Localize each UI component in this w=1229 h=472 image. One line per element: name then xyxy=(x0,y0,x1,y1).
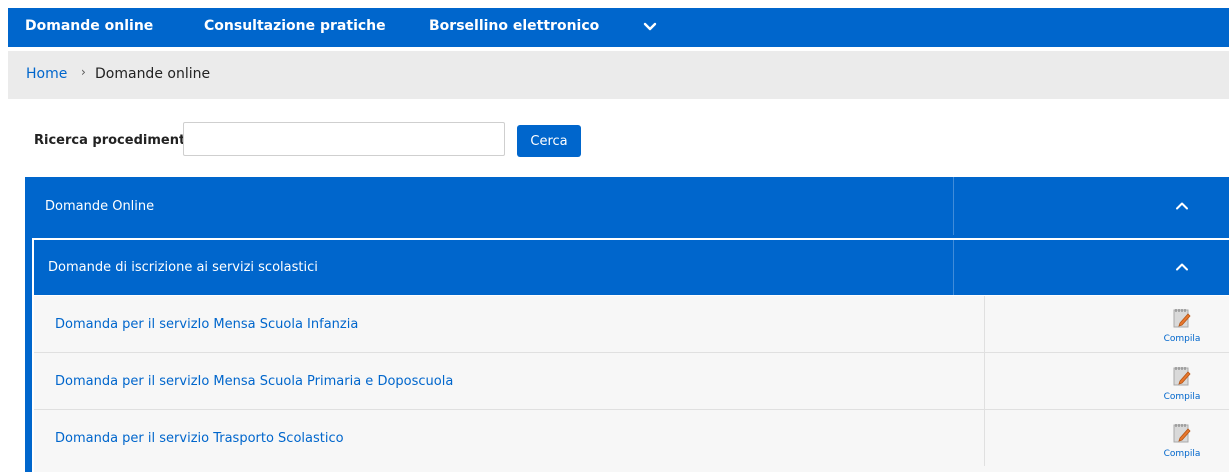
list-item: Domanda per il servizIo Mensa Scuola Pri… xyxy=(34,353,1229,410)
breadcrumb-current: Domande online xyxy=(95,66,211,82)
chevron-up-icon[interactable] xyxy=(1175,260,1189,274)
top-nav-bar: Domande online Consultazione pratiche Bo… xyxy=(8,8,1229,47)
nav-item-borsellino-elettronico[interactable]: Borsellino elettronico xyxy=(429,8,599,47)
chevron-down-icon[interactable] xyxy=(642,19,658,35)
compila-button[interactable]: Compila xyxy=(1162,307,1202,344)
domanda-link-mensa-infanzia[interactable]: Domanda per il servizIo Mensa Scuola Inf… xyxy=(55,317,358,332)
page: Domande online Consultazione pratiche Bo… xyxy=(0,0,1229,472)
list-item: Domanda per il servizIo Mensa Scuola Inf… xyxy=(34,296,1229,353)
compila-button[interactable]: Compila xyxy=(1162,422,1202,459)
compila-button[interactable]: Compila xyxy=(1162,365,1202,402)
header-divider xyxy=(953,177,954,235)
breadcrumb: Home › Domande online xyxy=(8,51,1229,99)
edit-form-icon xyxy=(1173,367,1191,386)
domanda-link-trasporto[interactable]: Domanda per il servizio Trasporto Scolas… xyxy=(55,431,344,446)
breadcrumb-home-link[interactable]: Home xyxy=(26,66,67,82)
compila-label: Compila xyxy=(1163,392,1201,402)
accordion-title: Domande Online xyxy=(45,199,155,214)
edit-form-icon xyxy=(1173,309,1191,328)
chevron-up-icon[interactable] xyxy=(1175,199,1189,213)
compila-label: Compila xyxy=(1163,334,1201,344)
edit-form-icon xyxy=(1173,424,1191,443)
accordion-servizi-scolastici-header[interactable]: Domande di iscrizione ai servizi scolast… xyxy=(34,240,1229,295)
search-label: Ricerca procedimenti xyxy=(34,133,190,148)
compila-label: Compila xyxy=(1163,449,1201,459)
section-title: Domande di iscrizione ai servizi scolast… xyxy=(48,260,318,275)
header-divider xyxy=(953,240,954,295)
search-button[interactable]: Cerca xyxy=(517,125,581,157)
breadcrumb-separator: › xyxy=(81,65,86,79)
domanda-link-mensa-primaria[interactable]: Domanda per il servizIo Mensa Scuola Pri… xyxy=(55,374,453,389)
nav-item-consultazione-pratiche[interactable]: Consultazione pratiche xyxy=(204,8,386,47)
search-input[interactable] xyxy=(183,122,505,156)
list-item: Domanda per il servizio Trasporto Scolas… xyxy=(34,410,1229,472)
nav-item-domande-online[interactable]: Domande online xyxy=(25,8,153,47)
accordion-domande-online-header[interactable]: Domande Online xyxy=(25,177,1229,235)
